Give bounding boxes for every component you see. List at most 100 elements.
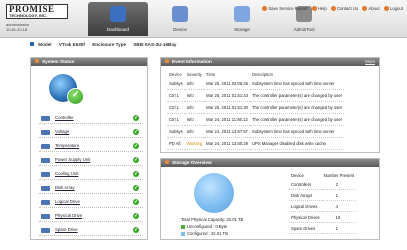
event-information-header: Event Information More: [161, 58, 379, 66]
table-row: Disk Arrays 1: [289, 189, 357, 201]
column-header: Device: [169, 71, 182, 77]
disk-array-icon: [41, 186, 50, 191]
system-status-panel: System Status Controller Voltage Tempera…: [30, 57, 148, 240]
configured-swatch: [181, 231, 185, 236]
ok-check-icon: [133, 141, 139, 151]
capacity-pie-chart: [194, 173, 234, 213]
ok-check-icon: [133, 113, 139, 123]
column-header: Description: [252, 71, 273, 77]
column-header: Number Present: [323, 172, 355, 178]
top-bar: PROMISE TECHNOLOGY, INC. administrator 1…: [0, 0, 407, 38]
status-row-temperature[interactable]: Temperature: [39, 141, 143, 152]
model-bar: Model VTrak E630f Enclosure Type SBB-SAS…: [30, 41, 390, 49]
model-value: VTrak E630f: [58, 42, 85, 47]
device-icon: [172, 6, 188, 22]
spare-drive-icon: [41, 228, 50, 233]
tab-label: AdminTool: [293, 27, 315, 32]
column-header: Time: [206, 71, 216, 77]
promise-logo: PROMISE TECHNOLOGY, INC.: [6, 4, 68, 19]
temperature-icon: [41, 144, 50, 149]
warning-severity: Warning: [184, 137, 205, 150]
event-information-panel: Event Information More Device Severity T…: [160, 57, 380, 153]
ok-check-icon: [133, 211, 139, 221]
unconfigured-legend: Unconfigured : 0 Byte: [181, 224, 227, 229]
logo-subtext: TECHNOLOGY, INC.: [9, 13, 48, 18]
voltage-icon: [41, 130, 50, 135]
table-row: Spare Drives 1: [289, 222, 357, 234]
dashboard-icon: [110, 6, 126, 22]
table-header-row: Device Severity Time Description: [167, 70, 344, 78]
physical-drive-icon: [41, 214, 50, 219]
contact-us-link[interactable]: Contact Us: [330, 6, 358, 11]
status-row-power-supply[interactable]: Power Supply Unit: [39, 155, 143, 166]
ok-check-icon: [133, 169, 139, 179]
table-row: Subsys Info Mar 24, 2011 13:57:57 Subsystem…: [167, 125, 345, 138]
contact-icon: [330, 6, 336, 11]
table-row: Ctrl 1 Info Mar 25, 2011 01:51:43 The contr…: [167, 89, 345, 102]
panel-title: Storage Overview: [172, 160, 212, 165]
status-row-logical-drive[interactable]: Logical Drive: [39, 197, 143, 208]
table-header-row: Device Number Present: [289, 171, 356, 179]
report-icon: [262, 6, 268, 11]
table-row: Subsys Info Mar 25, 2011 02:05:45 Subsystem…: [167, 78, 345, 90]
column-header: Severity: [186, 71, 202, 77]
ok-check-icon: [133, 127, 139, 137]
ok-check-icon: [133, 155, 139, 165]
enclosure-value: SBB-SAS-3U-16Bay: [133, 42, 177, 47]
health-ok-icon: [67, 88, 84, 105]
help-icon: [311, 6, 317, 11]
column-header: Device: [291, 172, 304, 178]
status-row-physical-drive[interactable]: Physical Drive: [39, 211, 143, 222]
cooling-icon: [41, 172, 50, 177]
top-links: Save Service Report Help Contact Us Abou…: [259, 6, 403, 11]
storage-overview-header: Storage Overview: [161, 159, 379, 167]
status-icon: [35, 59, 39, 63]
user-ip: 10.81.20.18: [6, 27, 28, 32]
tab-label: Dashboard: [106, 27, 129, 32]
status-row-disk-array[interactable]: Disk Array: [39, 183, 143, 194]
system-health-globe-icon: [47, 74, 84, 105]
about-icon: [362, 6, 368, 11]
tab-device[interactable]: Device: [150, 2, 210, 36]
total-capacity: Total Physical Capacity: 32.01 TB: [181, 217, 244, 222]
about-link[interactable]: About: [362, 6, 380, 11]
configured-legend: Configured : 32.01 TB: [181, 231, 228, 236]
power-supply-icon: [41, 158, 50, 163]
storage-overview-icon: [165, 160, 169, 164]
status-row-spare-drive[interactable]: Spare Drive: [39, 225, 143, 236]
tab-dashboard[interactable]: Dashboard: [88, 2, 148, 36]
ok-check-icon: [133, 197, 139, 207]
table-row: PD All Warning Mar 24, 2011 13:50:29 UPS Ma…: [167, 137, 345, 150]
device-count-table: Device Number Present Controllers 2 Disk …: [289, 171, 357, 234]
unconfigured-swatch: [181, 224, 185, 229]
logout-icon: [383, 6, 389, 11]
event-icon: [165, 59, 169, 63]
system-status-header: System Status: [31, 58, 147, 66]
table-row: Controllers 2: [289, 179, 357, 190]
enclosure-label: Enclosure Type: [92, 42, 127, 47]
storage-overview-panel: Storage Overview Total Physical Capacity…: [160, 158, 380, 240]
tab-label: Device: [173, 27, 187, 32]
user-info: administrator 10.81.20.18: [6, 22, 29, 32]
help-link[interactable]: Help: [311, 6, 327, 11]
status-row-cooling[interactable]: Cooling Unit: [39, 169, 143, 180]
table-row: Ctrl 1 Info Mar 25, 2011 01:51:30 The contr…: [167, 101, 345, 114]
panel-title: Event Information: [172, 59, 212, 64]
status-row-voltage[interactable]: Voltage: [39, 127, 143, 138]
table-row: Ctrl 1 Info Mar 24, 2011 11:56:13 The contr…: [167, 113, 345, 126]
ok-check-icon: [133, 183, 139, 193]
panel-title: System Status: [42, 59, 75, 64]
more-link[interactable]: More: [365, 58, 375, 66]
table-row: Logical Drives 4: [289, 200, 357, 212]
table-row: Physical Drives 16: [289, 211, 357, 223]
ok-check-icon: [133, 225, 139, 235]
logical-drive-icon: [41, 200, 50, 205]
logout-link[interactable]: Logout: [383, 6, 403, 11]
storage-icon: [234, 6, 250, 22]
enclosure-icon: [30, 42, 34, 46]
tab-label: Storage: [234, 27, 250, 32]
save-service-report-link[interactable]: Save Service Report: [262, 6, 308, 11]
model-label: Model: [38, 42, 52, 47]
controller-icon: [41, 116, 50, 121]
status-row-controller[interactable]: Controller: [39, 113, 143, 124]
